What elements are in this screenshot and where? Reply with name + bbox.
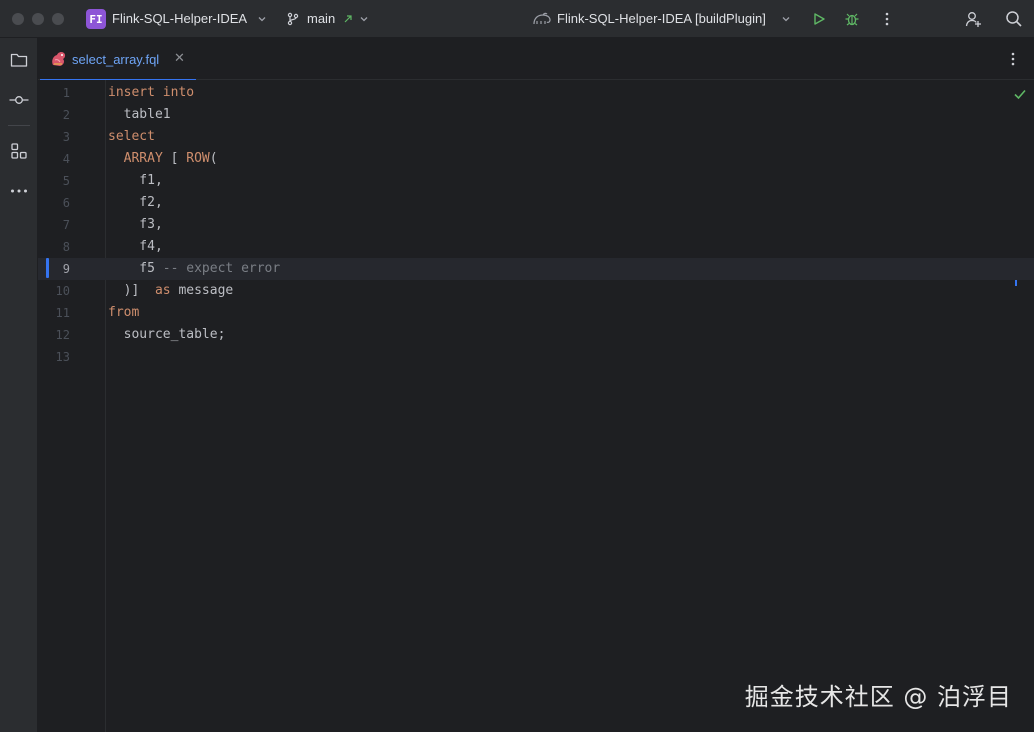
code-line[interactable]: 9 f5 -- expect error — [38, 258, 1034, 280]
more-vertical-icon[interactable] — [1004, 51, 1022, 67]
chevron-down-icon[interactable] — [358, 13, 370, 25]
code-line[interactable]: 1 insert into — [38, 82, 1034, 104]
more-vertical-icon[interactable] — [878, 10, 896, 28]
sql-keyword: select — [108, 129, 155, 144]
editor-tab-bar: select_array.fql ✕ — [38, 38, 1034, 81]
add-user-icon[interactable] — [964, 9, 984, 29]
run-icon[interactable] — [810, 10, 828, 28]
sql-keyword: ROW — [186, 151, 210, 166]
code-line[interactable]: 2 table1 — [38, 104, 1034, 126]
folder-icon[interactable] — [7, 48, 31, 72]
code-line[interactable]: 10 )] as message — [38, 280, 1034, 302]
debug-icon[interactable] — [843, 10, 861, 28]
line-number: 8 — [62, 240, 70, 254]
sql-keyword: as — [154, 283, 171, 298]
code-text: f1, — [108, 170, 163, 192]
project-badge[interactable]: FI — [86, 9, 106, 29]
watermark: 掘金技术社区 @ 泊浮目 — [744, 683, 1012, 711]
line-number: 2 — [62, 108, 70, 122]
search-icon[interactable] — [1004, 9, 1024, 29]
code-editor[interactable]: 1 insert into 2 table1 3 select 4 ARRAY [ ROW… — [38, 80, 1034, 732]
tab-select-array[interactable]: select_array.fql ✕ — [38, 38, 196, 81]
code-line[interactable]: 8 f4, — [38, 236, 1034, 258]
sql-keyword: from — [108, 305, 140, 320]
line-number: 5 — [62, 174, 70, 188]
sql-identifier: [ — [162, 151, 187, 166]
minimize-window-button[interactable] — [32, 13, 44, 25]
sql-keyword: ARRAY — [123, 151, 163, 166]
sql-identifier — [108, 151, 124, 166]
line-number: 11 — [55, 306, 70, 320]
code-text: f5 -- expect error — [108, 258, 280, 280]
close-icon[interactable]: ✕ — [174, 50, 185, 66]
sql-comment: -- expect error — [162, 261, 281, 276]
code-text: f4, — [108, 236, 163, 258]
sql-identifier: f3, — [108, 217, 163, 232]
project-name[interactable]: Flink-SQL-Helper-IDEA — [112, 11, 247, 26]
sql-identifier: message — [170, 283, 234, 298]
commit-icon[interactable] — [7, 88, 31, 112]
sql-identifier: f4, — [108, 239, 163, 254]
line-number: 9 — [62, 262, 70, 276]
code-line[interactable]: 3 select — [38, 126, 1034, 148]
code-line[interactable]: 13 — [38, 346, 1034, 368]
structure-icon[interactable] — [7, 139, 31, 163]
flink-squirrel-icon — [50, 50, 68, 68]
tab-label: select_array.fql — [72, 52, 160, 67]
code-line[interactable]: 12 source_table; — [38, 324, 1034, 346]
gradle-elephant-icon — [532, 10, 552, 28]
sql-identifier: source_table; — [108, 327, 226, 342]
tool-separator — [8, 125, 30, 126]
line-number: 6 — [62, 196, 70, 210]
line-number: 1 — [62, 86, 70, 100]
code-text: insert into — [108, 82, 194, 104]
line-number: 13 — [55, 350, 70, 364]
scrollbar-change-marker — [1015, 280, 1017, 286]
sql-identifier: ( — [209, 151, 218, 166]
code-text: source_table; — [108, 324, 226, 346]
code-text: table1 — [108, 104, 171, 126]
chevron-down-icon[interactable] — [256, 13, 268, 25]
line-number: 12 — [55, 328, 70, 342]
code-text: )] as message — [108, 280, 234, 302]
git-branch-icon[interactable] — [285, 11, 301, 27]
sql-identifier: f1, — [108, 173, 163, 188]
sql-identifier: f5 — [108, 261, 163, 276]
code-line[interactable]: 7 f3, — [38, 214, 1034, 236]
code-line[interactable]: 4 ARRAY [ ROW( — [38, 148, 1034, 170]
run-configuration[interactable]: Flink-SQL-Helper-IDEA [buildPlugin] — [557, 11, 766, 26]
branch-name[interactable]: main — [307, 11, 335, 26]
code-text: from — [108, 302, 139, 324]
code-text: select — [108, 126, 155, 148]
zoom-window-button[interactable] — [52, 13, 64, 25]
code-text: f2, — [108, 192, 163, 214]
code-line[interactable]: 5 f1, — [38, 170, 1034, 192]
checkmark-icon[interactable] — [1012, 86, 1028, 102]
line-number: 3 — [62, 130, 70, 144]
sql-identifier: table1 — [108, 107, 171, 122]
left-tool-strip — [0, 38, 38, 732]
line-number: 4 — [62, 152, 70, 166]
line-number: 10 — [55, 284, 70, 298]
close-window-button[interactable] — [12, 13, 24, 25]
code-text: f3, — [108, 214, 163, 236]
sql-keyword: insert into — [108, 85, 195, 100]
code-line[interactable]: 11 from — [38, 302, 1034, 324]
title-bar: FI Flink-SQL-Helper-IDEA main Flink-SQL-… — [0, 0, 1034, 38]
code-text: ARRAY [ ROW( — [108, 148, 218, 170]
sql-identifier: )] — [108, 283, 155, 298]
line-number: 7 — [62, 218, 70, 232]
outgoing-arrow-icon — [342, 13, 354, 25]
sql-identifier: f2, — [108, 195, 163, 210]
more-horizontal-icon[interactable] — [7, 179, 31, 203]
code-line[interactable]: 6 f2, — [38, 192, 1034, 214]
chevron-down-icon[interactable] — [780, 13, 792, 25]
